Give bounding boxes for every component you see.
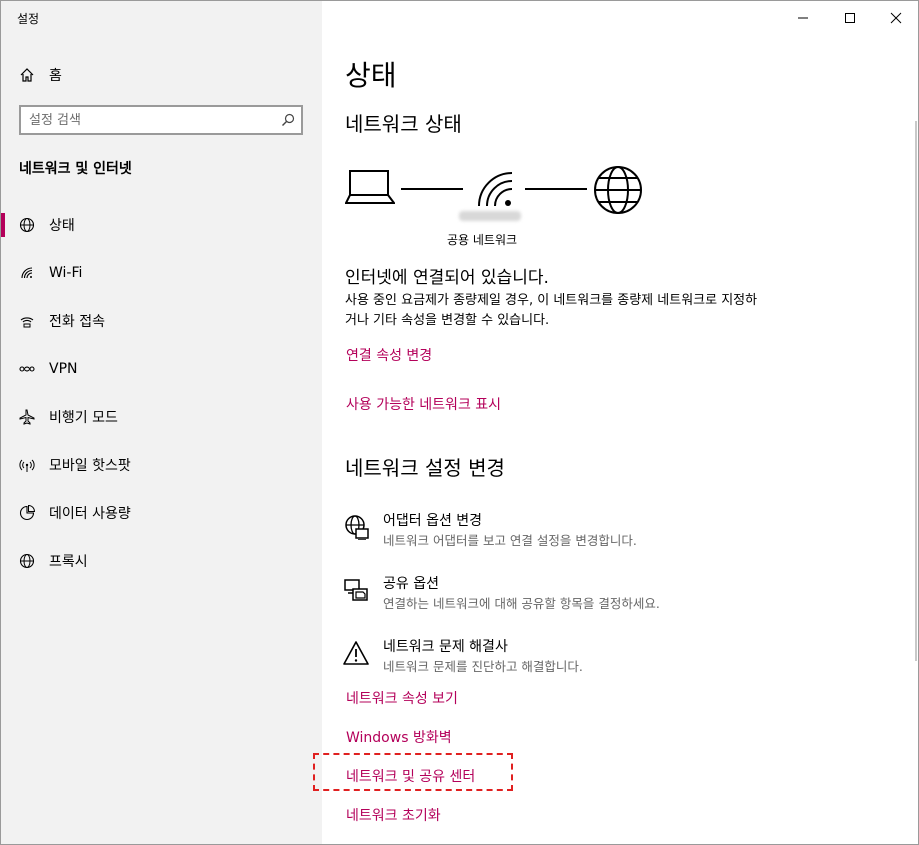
warning-icon	[343, 641, 369, 665]
search-input[interactable]	[29, 111, 269, 129]
network-reset-link[interactable]: 네트워크 초기화	[346, 805, 441, 825]
home-label: 홈	[49, 68, 62, 84]
change-connection-properties-link[interactable]: 연결 속성 변경	[346, 345, 432, 365]
sidebar-item-label: 전화 접속	[49, 314, 105, 330]
setting-title: 어댑터 옵션 변경	[383, 513, 483, 529]
sidebar-item-label: 모바일 핫스팟	[49, 458, 131, 474]
adapter-icon	[345, 515, 369, 540]
app-title: 설정	[17, 12, 40, 26]
setting-subtitle: 네트워크 어댑터를 보고 연결 설정을 변경합니다.	[383, 533, 637, 548]
search-box[interactable]	[19, 105, 303, 135]
globe-status-icon	[19, 217, 35, 233]
sidebar-item-label: Wi-Fi	[49, 265, 83, 281]
show-available-networks-link[interactable]: 사용 가능한 네트워크 표시	[346, 394, 501, 414]
sidebar-item-label: VPN	[49, 361, 78, 377]
connection-line	[525, 188, 587, 190]
setting-subtitle: 연결하는 네트워크에 대해 공유할 항목을 결정하세요.	[383, 596, 660, 611]
connection-line	[401, 188, 463, 190]
network-status-heading: 네트워크 상태	[345, 112, 462, 136]
data-usage-icon	[19, 505, 35, 521]
sidebar-item-status[interactable]: 상태	[1, 201, 322, 249]
home-nav-item[interactable]: 홈	[19, 63, 62, 87]
connection-status-text: 인터넷에 연결되어 있습니다.	[345, 268, 549, 288]
page-title: 상태	[345, 59, 397, 92]
sidebar-item-label: 비행기 모드	[49, 410, 118, 426]
network-name-redacted	[459, 211, 521, 221]
scrollbar[interactable]	[915, 121, 917, 661]
globe-icon	[19, 553, 35, 569]
main-content: 상태 네트워크 상태 공용 네트워크 인터넷에 연결되어 있습니다. 사용 중인…	[313, 1, 918, 844]
wifi-icon	[21, 267, 33, 279]
sidebar-item-airplane[interactable]: 비행기 모드	[1, 393, 322, 441]
dial-up-icon	[20, 317, 34, 328]
sidebar-item-data-usage[interactable]: 데이터 사용량	[1, 489, 322, 537]
network-type-label: 공용 네트워크	[447, 233, 518, 247]
home-icon	[20, 68, 34, 82]
section-title: 네트워크 및 인터넷	[19, 161, 132, 177]
change-settings-heading: 네트워크 설정 변경	[345, 456, 505, 480]
metered-description: 사용 중인 요금제가 종량제일 경우, 이 네트워크를 종량제 네트워크로 지정…	[345, 293, 758, 328]
setting-subtitle: 네트워크 문제를 진단하고 해결합니다.	[383, 659, 583, 674]
settings-window: 설정 홈 네트워크 및 인터넷 상태 Wi-Fi 전화 접속	[0, 0, 919, 845]
sidebar-item-label: 프록시	[49, 554, 88, 570]
hotspot-icon	[19, 459, 35, 472]
search-icon[interactable]	[281, 113, 295, 127]
setting-title: 공유 옵션	[383, 576, 439, 592]
sidebar-nav: 상태 Wi-Fi 전화 접속 VPN 비행기 모드 모바일 핫스팟 데이터 사용…	[1, 201, 322, 585]
internet-globe-icon	[594, 166, 642, 214]
sidebar-item-dial-up[interactable]: 전화 접속	[1, 297, 322, 345]
sidebar-item-vpn[interactable]: VPN	[1, 345, 322, 393]
wifi-signal-icon	[478, 172, 513, 207]
sidebar-item-proxy[interactable]: 프록시	[1, 537, 322, 585]
sidebar-item-label: 상태	[49, 218, 75, 234]
sidebar-item-wifi[interactable]: Wi-Fi	[1, 249, 322, 297]
setting-title: 네트워크 문제 해결사	[383, 639, 508, 655]
vpn-icon	[19, 366, 35, 372]
view-network-properties-link[interactable]: 네트워크 속성 보기	[346, 688, 458, 708]
laptop-icon	[345, 170, 395, 204]
sidebar: 설정 홈 네트워크 및 인터넷 상태 Wi-Fi 전화 접속	[1, 1, 322, 844]
windows-firewall-link[interactable]: Windows 방화벽	[346, 727, 452, 747]
sidebar-item-label: 데이터 사용량	[49, 506, 131, 522]
sidebar-item-hotspot[interactable]: 모바일 핫스팟	[1, 441, 322, 489]
network-sharing-center-link[interactable]: 네트워크 및 공유 센터	[346, 766, 475, 786]
airplane-icon	[19, 409, 35, 425]
sharing-icon	[344, 579, 368, 601]
